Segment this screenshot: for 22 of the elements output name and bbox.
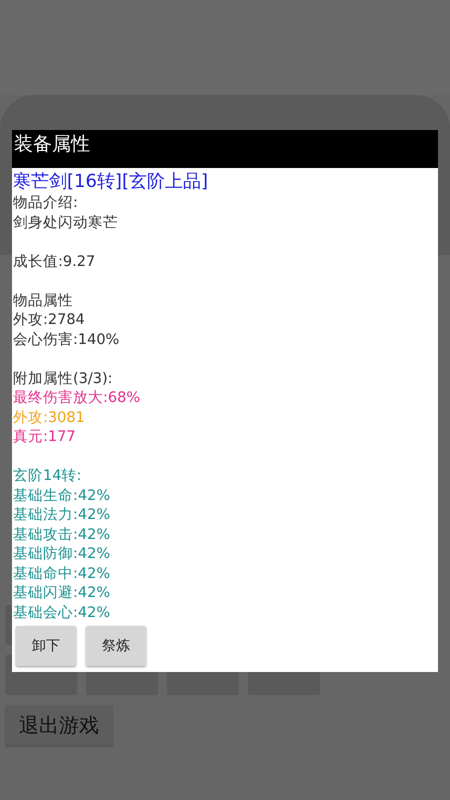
attribute-line: 外攻:3081 [13, 408, 85, 428]
action-button[interactable]: 祭炼 [86, 626, 146, 666]
action-button[interactable]: 卸下 [16, 626, 76, 666]
attribute-line: 会心伤害:140% [13, 330, 120, 350]
attribute-line: 基础法力:42% [13, 506, 110, 525]
attribute-line: 真元:177 [13, 428, 76, 447]
attribute-line: 基础闪避:42% [13, 584, 110, 603]
attribute-line: 剑身处闪动寒芒 [13, 214, 118, 232]
attribute-line: 附加属性(3/3): [13, 370, 113, 388]
attribute-line: 成长值:9.27 [13, 252, 96, 272]
attribute-line: 基础攻击:42% [13, 526, 110, 544]
attribute-line: 基础会心:42% [13, 604, 110, 622]
attribute-line: 外攻:2784 [13, 311, 85, 330]
attribute-line: 物品属性 [13, 292, 73, 310]
dialog-title: 装备属性 [12, 130, 438, 168]
attribute-line: 基础命中:42% [13, 564, 110, 584]
attribute-line: 最终伤害放大:68% [13, 389, 140, 408]
item-name: 寒芒剑[16转][玄阶上品] [13, 170, 208, 194]
attribute-line: 物品介绍: [13, 194, 78, 213]
attribute-line: 玄阶14转: [13, 467, 82, 486]
attribute-line: 基础防御:42% [13, 545, 110, 564]
attribute-line: 基础生命:42% [13, 486, 110, 506]
